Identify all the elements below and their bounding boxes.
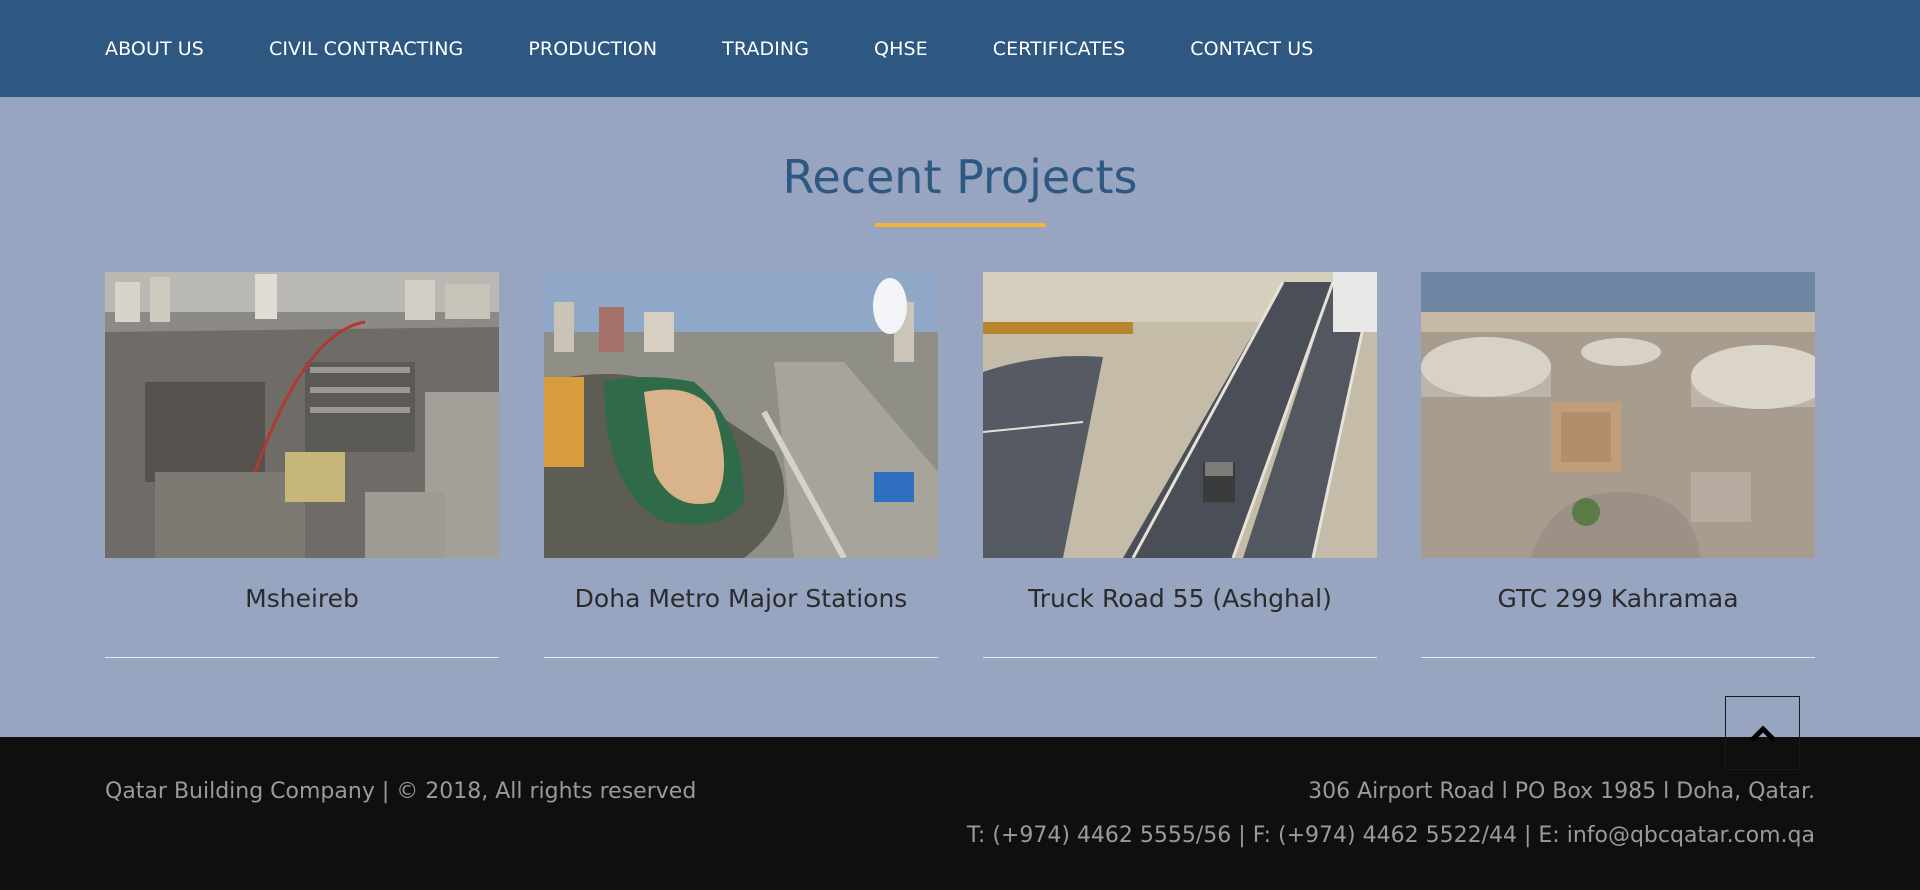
nav-menu: ABOUT US CIVIL CONTRACTING PRODUCTION TR…: [105, 0, 1378, 97]
highway-interchange-image: [983, 272, 1377, 558]
project-card[interactable]: Truck Road 55 (Ashghal): [983, 272, 1377, 659]
back-to-top-button[interactable]: [1725, 696, 1800, 770]
card-divider: [544, 657, 938, 658]
title-underline-divider: [875, 223, 1046, 227]
project-image[interactable]: [983, 272, 1377, 558]
kahramaa-facility-image: [1421, 272, 1815, 558]
card-divider: [1421, 657, 1815, 658]
project-title[interactable]: Doha Metro Major Stations: [544, 584, 938, 613]
section-title: Recent Projects: [782, 150, 1138, 204]
project-title[interactable]: GTC 299 Kahramaa: [1421, 584, 1815, 613]
project-title[interactable]: Truck Road 55 (Ashghal): [983, 584, 1377, 613]
project-title[interactable]: Msheireb: [105, 584, 499, 613]
project-image[interactable]: [1421, 272, 1815, 558]
top-navigation-bar: ABOUT US CIVIL CONTRACTING PRODUCTION TR…: [0, 0, 1920, 97]
footer-address: 306 Airport Road l PO Box 1985 l Doha, Q…: [1308, 779, 1815, 804]
project-image[interactable]: [105, 272, 499, 558]
nav-item-production[interactable]: PRODUCTION: [528, 38, 657, 60]
nav-item-contact-us[interactable]: CONTACT US: [1190, 38, 1313, 60]
nav-item-trading[interactable]: TRADING: [722, 38, 809, 60]
project-card[interactable]: GTC 299 Kahramaa: [1421, 272, 1815, 659]
card-divider: [983, 657, 1377, 658]
footer-contact-info: T: (+974) 4462 5555/56 | F: (+974) 4462 …: [966, 823, 1815, 848]
project-card[interactable]: Doha Metro Major Stations: [544, 272, 938, 659]
chevron-up-icon: [1749, 725, 1776, 742]
construction-site-image: [105, 272, 499, 558]
nav-item-qhse[interactable]: QHSE: [874, 38, 928, 60]
nav-item-certificates[interactable]: CERTIFICATES: [993, 38, 1126, 60]
project-image[interactable]: [544, 272, 938, 558]
nav-item-civil-contracting[interactable]: CIVIL CONTRACTING: [269, 38, 463, 60]
card-divider: [105, 657, 499, 658]
metro-station-site-image: [544, 272, 938, 558]
nav-item-about-us[interactable]: ABOUT US: [105, 38, 204, 60]
footer-copyright: Qatar Building Company | © 2018, All rig…: [105, 779, 697, 804]
footer: Qatar Building Company | © 2018, All rig…: [0, 737, 1920, 890]
project-card[interactable]: Msheireb: [105, 272, 499, 659]
